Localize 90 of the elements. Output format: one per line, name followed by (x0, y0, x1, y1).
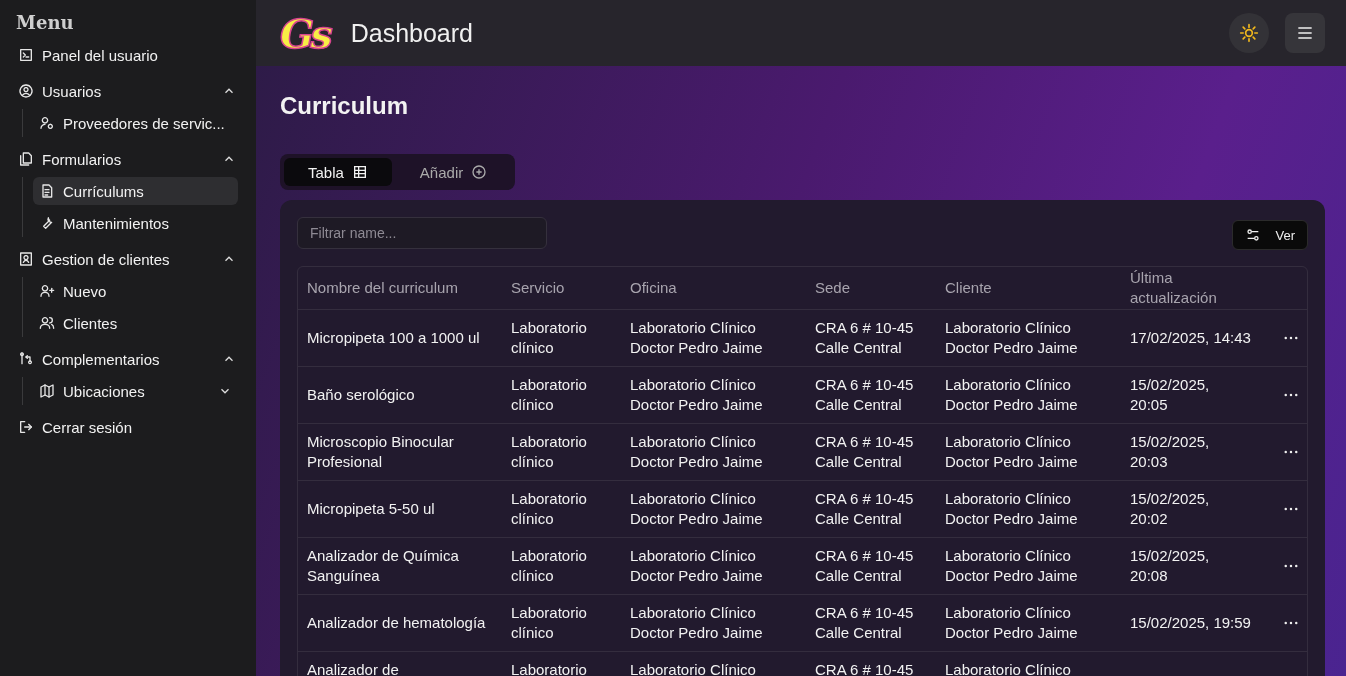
documents-icon (18, 151, 34, 167)
more-icon (1284, 507, 1298, 511)
terminal-icon (18, 47, 34, 63)
nav-item[interactable]: Formularios (16, 145, 238, 173)
table-cell-text: Laboratorio (510, 660, 588, 676)
nav-item[interactable]: Usuarios (16, 77, 238, 105)
page-title: Curriculum (280, 92, 409, 121)
table-cell-text: CRA 6 # 10-45 Calle Central (814, 318, 915, 358)
table-cell-text: Microscopio Binocular Profesional (306, 432, 455, 472)
nav-subitem[interactable]: Clientes (33, 309, 238, 337)
menu-title: Menu (16, 12, 75, 33)
table-cell-text: Laboratorio clínico (510, 432, 588, 472)
tab[interactable]: Tabla (284, 158, 392, 186)
table-cell-text: Laboratorio Clínico Doctor Pedro Jaime (944, 375, 1079, 415)
table-cell-text: CRA 6 # 10-45 Calle Central (814, 546, 915, 586)
sliders-icon (1245, 227, 1262, 243)
filter-input[interactable]: Filtrar name... (297, 217, 547, 249)
contact-card-icon (18, 251, 34, 267)
nav-subitem[interactable]: Mantenimientos (33, 209, 238, 237)
table-cell-text: Laboratorio Clínico Doctor Pedro Jaime (629, 546, 764, 586)
nav-subitem[interactable]: Proveedores de servic... (33, 109, 238, 137)
column-header: Sede (814, 278, 852, 298)
table-cell-text: 15/02/2025, 20:08 (1129, 546, 1211, 586)
table-cell-text: Laboratorio clínico (510, 318, 588, 358)
table-cell-text: Laboratorio Clínico Doctor Pedro Jaime (944, 546, 1079, 586)
nav-item[interactable]: Cerrar sesión (16, 413, 238, 441)
table-cell-text: CRA 6 # 10-45 Calle Central (814, 375, 915, 415)
tab[interactable]: Añadir (395, 158, 512, 186)
table-cell-text: CRA 6 # 10-45 Calle Central (814, 432, 915, 472)
table-cell-text: Laboratorio Clínico Doctor Pedro Jaime (629, 318, 764, 358)
nav-subitem[interactable]: Nuevo (33, 277, 238, 305)
table-cell-text: Analizador de hematología (306, 613, 487, 633)
logo: Gs (280, 9, 329, 57)
table-cell-text: Laboratorio Clínico Doctor Pedro Jaime (944, 432, 1079, 472)
page-header-title: Dashboard (350, 18, 473, 48)
user-circle-icon (18, 83, 34, 99)
more-icon (1284, 393, 1298, 397)
table-cell-text: Laboratorio clínico (510, 489, 588, 529)
column-header: Nombre del curriculum (306, 278, 459, 298)
table-cell-text: Laboratorio Clínico Doctor Pedro Jaime (629, 432, 764, 472)
table-cell-text: Laboratorio Clínico (944, 660, 1072, 676)
logout-icon (18, 419, 34, 435)
table-cell-text: 17/02/2025, 14:43 (1129, 328, 1252, 348)
table-icon (351, 164, 368, 180)
table-cell-text: Laboratorio Clínico Doctor Pedro Jaime (944, 318, 1079, 358)
more-icon (1284, 336, 1298, 340)
view-button[interactable]: Ver (1232, 220, 1308, 250)
table-cell-text: CRA 6 # 10-45 Calle Central (814, 603, 915, 643)
table-cell-text: Analizador de (306, 660, 400, 676)
nav-subitem[interactable]: Ubicaciones (33, 377, 238, 405)
git-compare-icon (18, 351, 34, 367)
table-cell-text: Laboratorio Clínico Doctor Pedro Jaime (629, 489, 764, 529)
table-cell-text: CRA 6 # 10-45 (814, 660, 915, 676)
user-plus-icon (39, 283, 55, 299)
more-icon (1284, 621, 1298, 625)
sun-icon (1239, 23, 1259, 43)
column-header: Cliente (944, 278, 993, 298)
user-gear-icon (39, 115, 55, 131)
table-cell-text: 15/02/2025, 20:02 (1129, 489, 1211, 529)
table-cell-text: 15/02/2025, 20:05 (1129, 375, 1211, 415)
table-cell-text: Analizador de Química Sanguínea (306, 546, 460, 586)
table-cell-text: Laboratorio Clínico Doctor Pedro Jaime (629, 375, 764, 415)
table-cell-text: Micropipeta 100 a 1000 ul (306, 328, 481, 348)
plus-circle-icon (471, 164, 488, 180)
menu-button[interactable] (1285, 13, 1325, 53)
more-icon (1284, 564, 1298, 568)
map-icon (39, 383, 55, 399)
theme-toggle-button[interactable] (1229, 13, 1269, 53)
table-cell-text: 15/02/2025, 20:03 (1129, 432, 1211, 472)
nav-subitem[interactable]: Currículums (33, 177, 238, 205)
table-cell-text: Laboratorio Clínico Doctor Pedro Jaime (944, 489, 1079, 529)
nav-item[interactable]: Panel del usuario (16, 41, 238, 69)
column-header: Servicio (510, 278, 566, 298)
table-cell-text: Laboratorio clínico (510, 546, 588, 586)
table-cell-text: Laboratorio clínico (510, 375, 588, 415)
column-header: Última actualización (1129, 268, 1218, 308)
nav-item[interactable]: Gestion de clientes (16, 245, 238, 273)
table-cell-text: Laboratorio clínico (510, 603, 588, 643)
table-cell-text: 15/02/2025, 19:59 (1129, 613, 1252, 633)
table-cell-text: Baño serológico (306, 385, 416, 405)
more-icon (1284, 450, 1298, 454)
table-cell-text: CRA 6 # 10-45 Calle Central (814, 489, 915, 529)
document-icon (39, 183, 55, 199)
users-icon (39, 315, 55, 331)
table-cell-text: Laboratorio Clínico Doctor Pedro Jaime (944, 603, 1079, 643)
table-cell-text: Micropipeta 5-50 ul (306, 499, 436, 519)
table-cell-text: Laboratorio Clínico Doctor Pedro Jaime (629, 603, 764, 643)
nav-item[interactable]: Complementarios (16, 345, 238, 373)
column-header: Oficina (629, 278, 678, 298)
table-cell-text: Laboratorio Clínico (629, 660, 757, 676)
